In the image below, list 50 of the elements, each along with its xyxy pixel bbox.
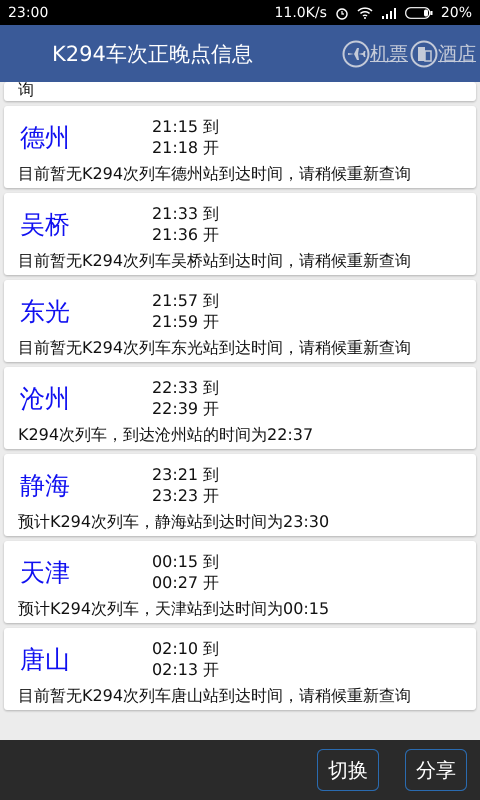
station-name: 东光 bbox=[19, 296, 71, 328]
message-text: 目前暂无K294次列车吴桥站到达时间，请稍候重新查询 bbox=[18, 250, 412, 271]
station-name: 德州 bbox=[19, 122, 71, 154]
arrival-time: 21:33 到 bbox=[152, 203, 220, 224]
stop-card[interactable]: 德州 21:15 到 21:18 开 目前暂无K294次列车德州站到达时间，请稍候重新查询 bbox=[4, 106, 476, 188]
page-title: K294车次正晚点信息 bbox=[52, 40, 254, 68]
arrival-time: 21:15 到 bbox=[152, 116, 220, 137]
departure-time: 21:18 开 bbox=[152, 137, 220, 158]
station-name: 静海 bbox=[19, 470, 71, 502]
header-link[interactable]: 机票 bbox=[370, 40, 408, 66]
message-text: 目前暂无K294次列车唐山站到达时间，请稍候重新查询 bbox=[18, 685, 412, 706]
battery-level: 20% bbox=[440, 4, 472, 20]
arrival-time: 22:33 到 bbox=[152, 377, 220, 398]
stop-card[interactable]: 吴桥 21:33 到 21:36 开 目前暂无K294次列车吴桥站到达时间，请稍候重新查询 bbox=[4, 193, 476, 275]
message-text: 目前暂无K294次列车东光站到达时间，请稍候重新查询 bbox=[18, 337, 412, 358]
arrival-time: 23:21 到 bbox=[152, 464, 220, 485]
signal-icon bbox=[380, 6, 397, 18]
stop-card[interactable]: 沧州 22:33 到 22:39 开 K294次列车，到达沧州站的时间为22:37 bbox=[4, 367, 476, 449]
building-icon bbox=[410, 40, 438, 68]
stop-card[interactable]: 唐山 02:10 到 02:13 开 目前暂无K294次列车唐山站到达时间，请稍候重新查询 bbox=[4, 628, 476, 710]
message-text: 预计K294次列车，静海站到达时间为23:30 bbox=[18, 511, 330, 532]
departure-time: 21:59 开 bbox=[152, 311, 220, 332]
header-link[interactable]: 酒店 bbox=[438, 40, 476, 66]
departure-time: 00:27 开 bbox=[152, 572, 220, 593]
departure-time: 21:36 开 bbox=[152, 224, 220, 245]
stop-card[interactable]: 静海 23:21 到 23:23 开 预计K294次列车，静海站到达时间为23:30 bbox=[4, 454, 476, 536]
airplane-icon bbox=[342, 40, 370, 68]
alarm-icon bbox=[334, 6, 349, 20]
departure-time: 23:23 开 bbox=[152, 485, 220, 506]
arrival-time: 00:15 到 bbox=[152, 551, 220, 572]
departure-time: 02:13 开 bbox=[152, 659, 220, 680]
stop-card[interactable]: 天津 00:15 到 00:27 开 预计K294次列车，天津站到达时间为00:15 bbox=[4, 541, 476, 623]
station-name: 天津 bbox=[19, 556, 71, 588]
stop-card[interactable]: 东光 21:57 到 21:59 开 目前暂无K294次列车东光站到达时间，请稍候重新查询 bbox=[4, 280, 476, 362]
message-text: K294次列车，到达沧州站的时间为22:37 bbox=[18, 424, 314, 445]
station-name: 吴桥 bbox=[19, 208, 71, 240]
network-speed: 11.0K/s bbox=[274, 4, 327, 20]
message-text: 目前暂无K294次列车德州站到达时间，请稍候重新查询 bbox=[18, 163, 412, 184]
arrival-time: 21:57 到 bbox=[152, 290, 220, 311]
action-button[interactable]: 切换 bbox=[317, 749, 379, 791]
battery-icon bbox=[404, 6, 433, 18]
action-button[interactable]: 分享 bbox=[405, 749, 467, 791]
departure-time: 22:39 开 bbox=[152, 398, 220, 419]
arrival-time: 02:10 到 bbox=[152, 638, 220, 659]
message-text: 预计K294次列车，天津站到达时间为00:15 bbox=[18, 598, 330, 619]
status-time: 23:00 bbox=[8, 4, 48, 20]
station-name: 沧州 bbox=[19, 382, 71, 414]
station-name: 唐山 bbox=[19, 644, 71, 676]
message-text: 询 bbox=[18, 82, 35, 97]
wifi-icon bbox=[356, 6, 373, 18]
